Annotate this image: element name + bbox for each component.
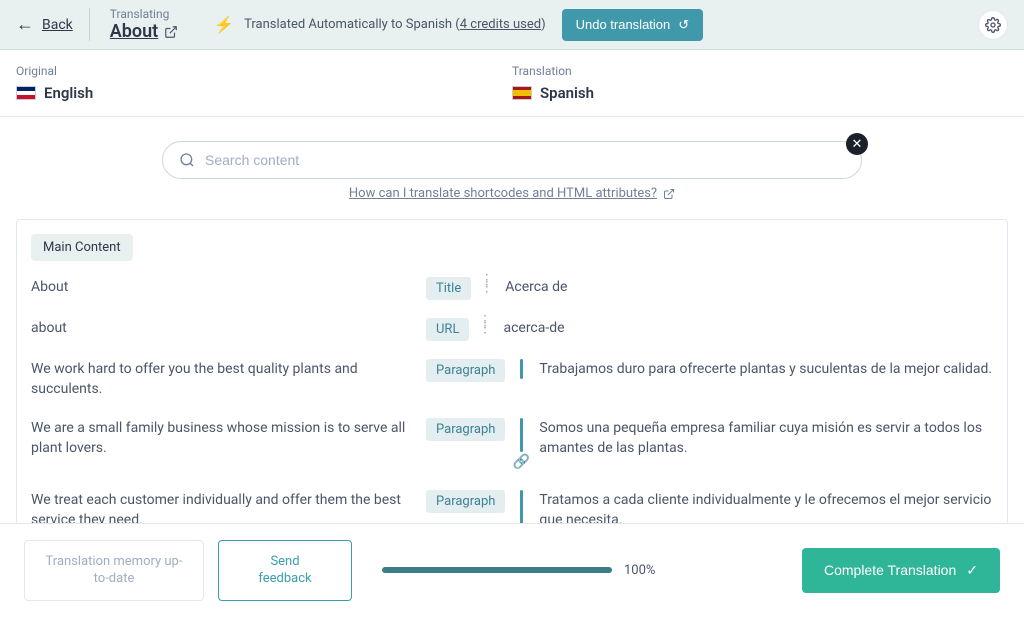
original-label: Original — [16, 64, 512, 78]
complete-translation-button[interactable]: Complete Translation ✓ — [802, 548, 1000, 593]
original-language: English — [16, 84, 512, 102]
bar-icon — [520, 359, 523, 379]
translation-row[interactable]: aboutURL ⋮⋮acerca-de — [31, 318, 993, 341]
translated-text[interactable]: Trabajamos duro para ofrecerte plantas y… — [531, 359, 993, 379]
page-name-text: About — [110, 21, 158, 42]
content-type-badge: Paragraph — [426, 490, 505, 513]
complete-label: Complete Translation — [824, 562, 956, 578]
content-type-badge: Paragraph — [426, 359, 505, 382]
help-link[interactable]: How can I translate shortcodes and HTML … — [0, 186, 1024, 201]
content-panel[interactable]: Main Content AboutTitle⋮⋮Acerca deaboutU… — [16, 219, 1008, 549]
auto-suffix: ) — [541, 17, 546, 32]
search-icon — [179, 152, 195, 168]
credits-used[interactable]: 4 credits used — [460, 17, 541, 32]
translation-language: Spanish — [512, 84, 1008, 102]
undo-translation-button[interactable]: Undo translation ↺ — [562, 9, 704, 41]
translation-row[interactable]: We work hard to offer you the best quali… — [31, 359, 993, 400]
translated-text[interactable]: Acerca de — [497, 277, 993, 297]
search-input[interactable] — [205, 152, 845, 168]
translation-rows: AboutTitle⋮⋮Acerca deaboutURL⋮⋮acerca-de… — [31, 277, 993, 549]
progress-percent: 100% — [624, 563, 655, 578]
search-clear-button[interactable]: ✕ — [846, 133, 868, 155]
settings-button[interactable] — [978, 10, 1008, 40]
check-icon: ✓ — [966, 562, 978, 579]
original-text[interactable]: We are a small family business whose mis… — [31, 418, 426, 459]
original-text[interactable]: We work hard to offer you the best quali… — [31, 359, 426, 400]
external-link-icon — [164, 25, 178, 39]
undo-label: Undo translation — [576, 17, 671, 32]
back-link[interactable]: Back — [42, 17, 73, 33]
section-badge: Main Content — [31, 234, 133, 261]
external-link-icon — [663, 188, 675, 200]
send-feedback-button[interactable]: Send feedback — [218, 540, 352, 601]
row-divider — [511, 359, 531, 379]
spain-flag-icon — [512, 86, 532, 100]
uk-flag-icon — [16, 86, 36, 100]
page-title-section: Translating About — [90, 7, 194, 42]
footer-bar: Translation memory up-to-date Send feedb… — [0, 523, 1024, 617]
bolt-icon: ⚡ — [214, 15, 234, 34]
original-language-col: Original English — [16, 64, 512, 102]
translation-label: Translation — [512, 64, 1008, 78]
auto-translate-text: Translated Automatically to Spanish (4 c… — [244, 17, 545, 32]
original-language-name: English — [44, 84, 93, 102]
auto-prefix: Translated Automatically to Spanish ( — [244, 17, 460, 32]
progress-bar — [382, 567, 612, 573]
row-divider: 🔗 — [511, 418, 531, 472]
content-type-badge: Paragraph — [426, 418, 505, 441]
translation-memory-status: Translation memory up-to-date — [24, 540, 204, 601]
search-wrapper: ✕ — [162, 117, 862, 185]
dots-icon: ⋮⋮ — [480, 277, 495, 291]
auto-translate-info: ⚡ Translated Automatically to Spanish (4… — [214, 9, 703, 41]
translation-language-name: Spanish — [540, 84, 594, 102]
header-bar: ← Back Translating About ⚡ Translated Au… — [0, 0, 1024, 50]
help-link-text: How can I translate shortcodes and HTML … — [349, 186, 657, 201]
row-divider: ⋮⋮ — [477, 277, 497, 291]
content-type-badge: URL — [426, 318, 469, 341]
translating-label: Translating — [110, 7, 178, 21]
undo-icon: ↺ — [678, 17, 689, 33]
bar-icon — [520, 490, 523, 524]
translated-text[interactable]: Somos una pequeña empresa familiar cuya … — [531, 418, 993, 459]
dots-icon: ⋮⋮ — [478, 318, 493, 332]
progress-fill — [382, 567, 612, 573]
translation-row[interactable]: We are a small family business whose mis… — [31, 418, 993, 472]
translation-language-col: Translation Spanish — [512, 64, 1008, 102]
content-type-badge: Title — [426, 277, 471, 300]
row-divider: ⋮⋮ — [475, 318, 495, 332]
original-text[interactable]: about — [31, 318, 426, 338]
original-text[interactable]: About — [31, 277, 426, 297]
link-icon[interactable]: 🔗 — [513, 454, 530, 470]
translated-text[interactable]: acerca-de — [495, 318, 993, 338]
language-row: Original English Translation Spanish — [0, 50, 1024, 117]
bar-icon — [520, 418, 523, 452]
back-arrow-icon: ← — [16, 14, 34, 35]
search-box[interactable] — [162, 141, 862, 179]
progress-wrapper: 100% — [382, 563, 655, 578]
gear-icon — [985, 17, 1001, 33]
page-name[interactable]: About — [110, 21, 178, 42]
translation-row[interactable]: AboutTitle ⋮⋮Acerca de — [31, 277, 993, 300]
back-section[interactable]: ← Back — [16, 8, 90, 41]
